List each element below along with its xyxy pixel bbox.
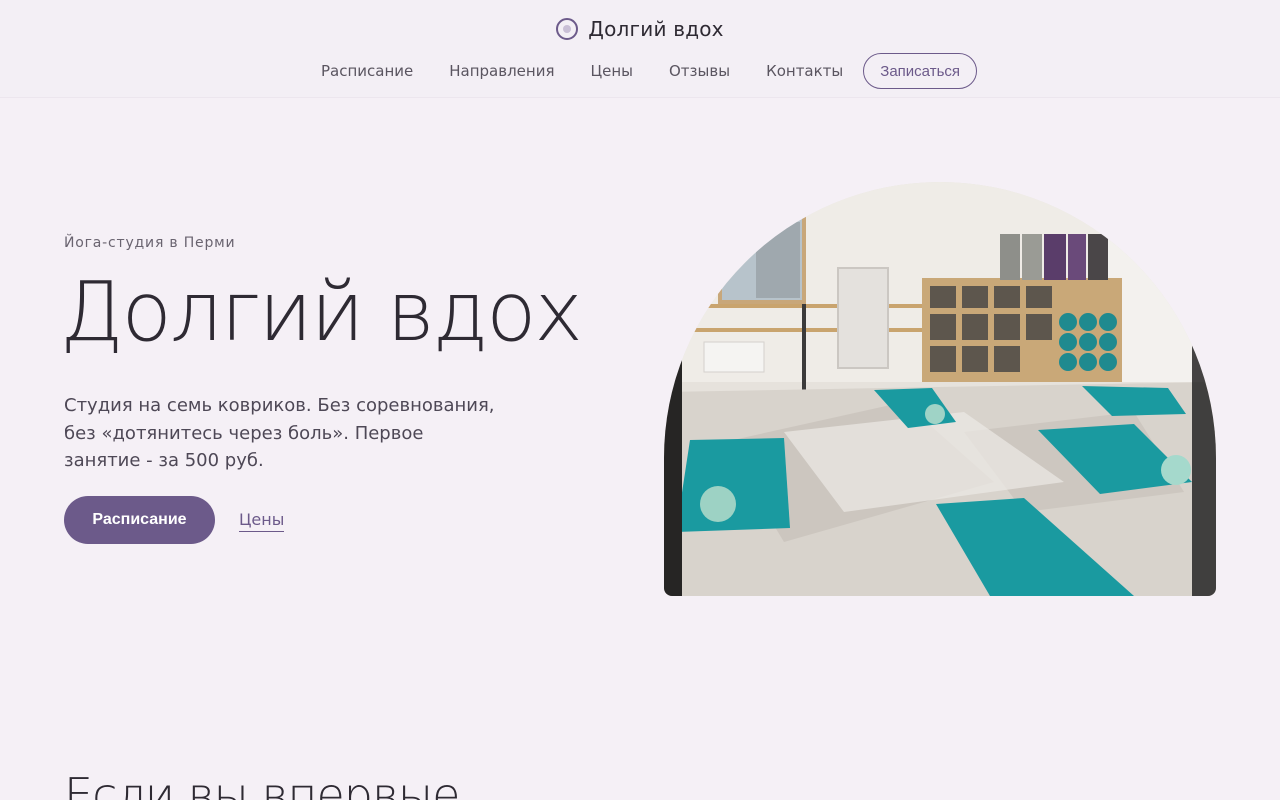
- hero-description: Студия на семь ковриков. Без соревновани…: [64, 395, 495, 471]
- nav-link-directions[interactable]: Направления: [449, 62, 554, 80]
- logo-circle-icon: [556, 18, 579, 40]
- main-nav: Расписание Направления Цены Отзывы Конта…: [0, 53, 1280, 89]
- nav-link-reviews[interactable]: Отзывы: [669, 62, 730, 80]
- hero-eyebrow: Йога-студия в Перми: [64, 235, 236, 251]
- brand-name: Долгий вдох: [588, 17, 724, 41]
- signup-button[interactable]: Записаться: [863, 53, 978, 89]
- nav-link-schedule[interactable]: Расписание: [321, 62, 413, 80]
- hero-title: Долгий вдох: [60, 265, 583, 360]
- section-title: Если вы впервые: [64, 768, 460, 800]
- prices-link[interactable]: Цены: [239, 510, 285, 532]
- nav-link-contacts[interactable]: Контакты: [766, 62, 843, 80]
- nav-link-prices[interactable]: Цены: [590, 62, 633, 80]
- brand[interactable]: Долгий вдох: [0, 14, 1280, 44]
- site-header: Долгий вдох Расписание Направления Цены …: [0, 0, 1280, 98]
- studio-photo: [664, 182, 1216, 596]
- schedule-button[interactable]: Расписание: [64, 496, 215, 544]
